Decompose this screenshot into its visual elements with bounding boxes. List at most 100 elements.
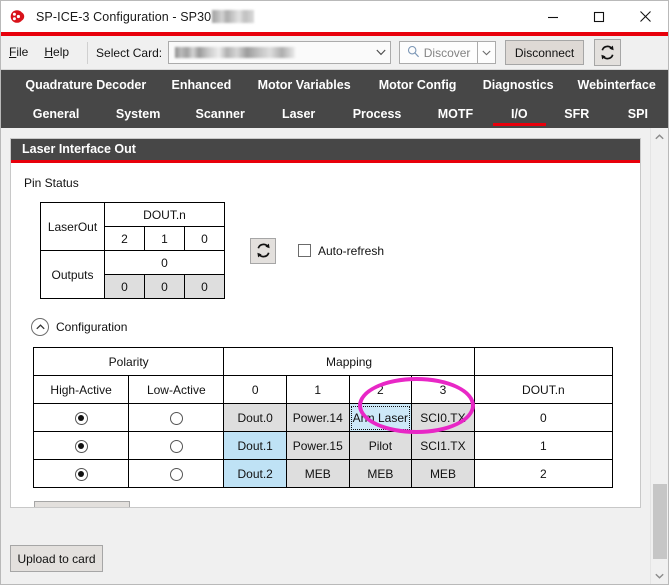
auto-refresh-control[interactable]: Auto-refresh bbox=[298, 244, 384, 258]
radio-low-active-row2[interactable] bbox=[128, 459, 225, 488]
select-card-combobox[interactable] bbox=[168, 41, 392, 64]
tab-row-secondary: General System Scanner Laser Process MOT… bbox=[1, 99, 668, 128]
radio-high-active-row2[interactable] bbox=[32, 459, 130, 488]
map-cell-r1-c0[interactable]: Dout.1 bbox=[223, 431, 287, 460]
tab-system[interactable]: System bbox=[97, 99, 179, 128]
pin-output-value-0: 0 bbox=[184, 274, 225, 299]
map-cell-r0-c2-arm-laser[interactable]: Arm Laser bbox=[348, 403, 413, 432]
tab-sfr[interactable]: SFR bbox=[546, 99, 608, 128]
scroll-down-button[interactable] bbox=[651, 567, 668, 584]
tab-enhanced[interactable]: Enhanced bbox=[159, 70, 245, 99]
tab-motf[interactable]: MOTF bbox=[418, 99, 493, 128]
refresh-button[interactable] bbox=[594, 39, 622, 66]
dout-index-r2: 2 bbox=[473, 459, 614, 488]
app-icon bbox=[10, 8, 27, 25]
discover-button[interactable]: Discover bbox=[399, 41, 479, 64]
radio-selected-icon bbox=[74, 411, 88, 425]
radio-high-active-row1[interactable] bbox=[32, 431, 130, 460]
close-button[interactable] bbox=[622, 1, 668, 32]
pin-output-value-2: 0 bbox=[104, 274, 145, 299]
table-row: Dout.2 MEB MEB MEB 2 bbox=[32, 459, 614, 488]
minimize-button[interactable] bbox=[530, 1, 576, 32]
menu-file-rest: ile bbox=[16, 45, 29, 59]
toolbar-divider bbox=[87, 41, 89, 64]
tab-label: Scanner bbox=[195, 106, 245, 121]
map-cell-r0-c1[interactable]: Power.14 bbox=[285, 403, 350, 432]
radio-high-active-row0[interactable] bbox=[32, 403, 130, 432]
table-header-row: Polarity Mapping bbox=[32, 347, 614, 376]
table-header-row: High-Active Low-Active 0 1 2 3 DOUT.n bbox=[32, 375, 614, 404]
map-cell-r2-c0[interactable]: Dout.2 bbox=[223, 459, 287, 488]
tab-webinterface[interactable]: Webinterface bbox=[565, 70, 668, 99]
tab-label: System bbox=[115, 106, 161, 121]
menu-help[interactable]: Help bbox=[36, 36, 77, 69]
content-area: Laser Interface Out Pin Status LaserOut … bbox=[1, 128, 668, 584]
map-cell-r2-c2[interactable]: MEB bbox=[348, 459, 413, 488]
tab-label: Enhanced bbox=[171, 77, 232, 92]
tab-general[interactable]: General bbox=[15, 99, 97, 128]
configuration-expander[interactable]: Configuration bbox=[31, 318, 627, 336]
maximize-button[interactable] bbox=[576, 1, 622, 32]
table-row: Dout.1 Power.15 Pilot SCI1.TX 1 bbox=[32, 431, 614, 460]
tab-label: Laser bbox=[281, 106, 316, 121]
pin-row-label-outputs: Outputs bbox=[40, 250, 105, 299]
pin-status-label: Pin Status bbox=[24, 176, 79, 190]
redacted-serial bbox=[212, 9, 255, 23]
discover-dropdown-button[interactable] bbox=[478, 41, 497, 64]
tab-scanner[interactable]: Scanner bbox=[179, 99, 261, 128]
column-map-3: 3 bbox=[411, 375, 475, 404]
map-cell-r2-c1[interactable]: MEB bbox=[285, 459, 350, 488]
tab-motor-config[interactable]: Motor Config bbox=[364, 70, 471, 99]
column-map-2: 2 bbox=[348, 375, 413, 404]
pin-status-row: LaserOut DOUT.n 2 1 0 Outputs 0 0 0 0 Au… bbox=[24, 202, 627, 299]
tab-motor-variables[interactable]: Motor Variables bbox=[244, 70, 364, 99]
map-cell-r1-c1[interactable]: Power.15 bbox=[285, 431, 350, 460]
tab-io[interactable]: I/O bbox=[492, 99, 546, 128]
pin-index-2: 2 bbox=[104, 226, 145, 251]
chevron-up-icon[interactable] bbox=[31, 318, 49, 336]
map-cell-r0-c3[interactable]: SCI0.TX bbox=[411, 403, 475, 432]
pin-status-refresh-button[interactable] bbox=[250, 237, 276, 264]
auto-refresh-checkbox[interactable] bbox=[298, 244, 311, 257]
map-cell-r0-c0[interactable]: Dout.0 bbox=[223, 403, 287, 432]
pin-index-1: 1 bbox=[144, 226, 185, 251]
laser-interface-out-group: Laser Interface Out Pin Status LaserOut … bbox=[10, 138, 641, 508]
table-row: Outputs 0 bbox=[40, 250, 225, 299]
pin-output-value-1: 0 bbox=[144, 274, 185, 299]
map-cell-r1-c3[interactable]: SCI1.TX bbox=[411, 431, 475, 460]
tab-spi[interactable]: SPI bbox=[608, 99, 668, 128]
radio-unselected-icon bbox=[169, 439, 183, 453]
tab-strip: Quadrature Decoder Enhanced Motor Variab… bbox=[1, 70, 668, 128]
chevron-down-icon[interactable] bbox=[371, 42, 390, 63]
configuration-table: Polarity Mapping High-Active Low-Active … bbox=[32, 347, 614, 488]
vertical-scrollbar[interactable] bbox=[650, 128, 668, 584]
radio-low-active-row0[interactable] bbox=[128, 403, 225, 432]
radio-low-active-row1[interactable] bbox=[128, 431, 225, 460]
map-cell-r2-c3[interactable]: MEB bbox=[411, 459, 475, 488]
scroll-track[interactable] bbox=[651, 145, 668, 567]
map-cell-r1-c2[interactable]: Pilot bbox=[348, 431, 413, 460]
tab-label: MOTF bbox=[437, 106, 474, 121]
tab-quadrature-decoder[interactable]: Quadrature Decoder bbox=[13, 70, 159, 99]
window-title: SP-ICE-3 Configuration - SP30 bbox=[36, 9, 255, 24]
radio-selected-icon bbox=[74, 439, 88, 453]
upload-to-card-button-footer[interactable]: Upload to card bbox=[10, 545, 103, 572]
tab-label: Quadrature Decoder bbox=[25, 77, 147, 92]
tab-laser[interactable]: Laser bbox=[261, 99, 336, 128]
disconnect-button[interactable]: Disconnect bbox=[505, 40, 585, 65]
scroll-thumb[interactable] bbox=[653, 484, 667, 559]
radio-selected-icon bbox=[74, 467, 88, 481]
upload-to-card-button-inner[interactable]: Upload to card bbox=[34, 501, 130, 507]
menu-file[interactable]: File bbox=[1, 36, 36, 69]
table-row: Dout.0 Power.14 Arm Laser SCI0.TX 0 bbox=[32, 403, 614, 432]
pin-status-table: LaserOut DOUT.n 2 1 0 Outputs 0 0 0 0 bbox=[40, 202, 225, 299]
header-polarity: Polarity bbox=[32, 347, 225, 376]
tab-label: SFR bbox=[564, 106, 590, 121]
tab-diagnostics[interactable]: Diagnostics bbox=[471, 70, 565, 99]
window-controls bbox=[530, 1, 668, 32]
tab-label: Motor Variables bbox=[257, 77, 351, 92]
tab-label: Diagnostics bbox=[482, 77, 554, 92]
tab-process[interactable]: Process bbox=[336, 99, 418, 128]
radio-unselected-icon bbox=[169, 411, 183, 425]
scroll-up-button[interactable] bbox=[651, 128, 668, 145]
